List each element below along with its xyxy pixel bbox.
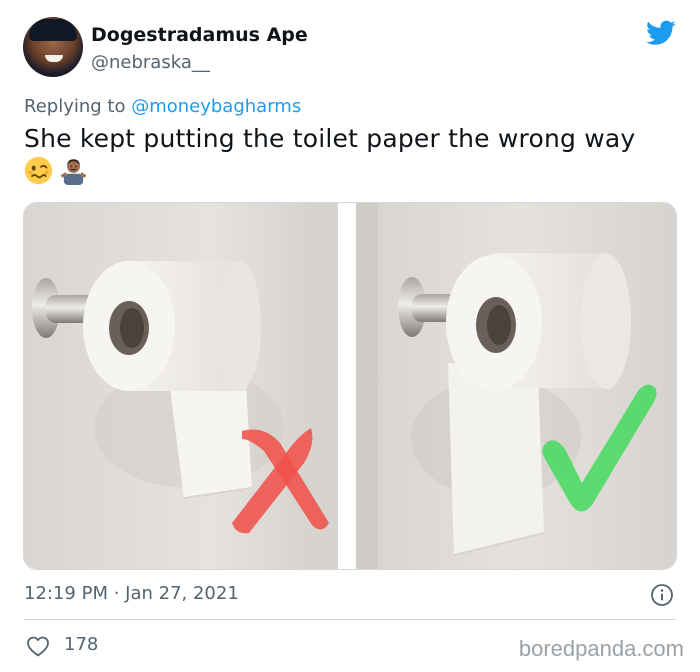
- replying-to: Replying to @moneybagharms: [24, 96, 301, 117]
- reply-mention-link[interactable]: @moneybagharms: [131, 96, 301, 117]
- tweet-card: Dogestradamus Ape @nebraska__ Replying t…: [0, 0, 700, 672]
- photo-right-way[interactable]: [356, 203, 677, 570]
- photo-wrong-way[interactable]: [24, 203, 338, 570]
- heart-icon[interactable]: [26, 635, 50, 657]
- avatar[interactable]: [23, 17, 83, 77]
- watermark: boredpanda.com: [518, 636, 684, 661]
- tweet-timestamp[interactable]: 12:19 PM · Jan 27, 2021: [24, 583, 239, 604]
- tweet-divider: [24, 619, 676, 620]
- avatar-cap: [29, 19, 77, 41]
- author-handle[interactable]: @nebraska__: [91, 52, 210, 73]
- twitter-bird-icon[interactable]: [646, 20, 676, 46]
- woozy-face-icon: [24, 156, 53, 185]
- person-shrugging-icon: [60, 159, 87, 185]
- like-count[interactable]: 178: [64, 634, 98, 655]
- tweet-emojis: [24, 156, 88, 188]
- media-grid[interactable]: [23, 202, 677, 570]
- tweet-text: She kept putting the toilet paper the wr…: [24, 124, 636, 153]
- info-icon[interactable]: [650, 583, 674, 607]
- replying-to-prefix: Replying to: [24, 96, 132, 117]
- avatar-smile: [45, 55, 63, 62]
- author-display-name[interactable]: Dogestradamus Ape: [91, 24, 308, 46]
- media-divider: [338, 203, 356, 569]
